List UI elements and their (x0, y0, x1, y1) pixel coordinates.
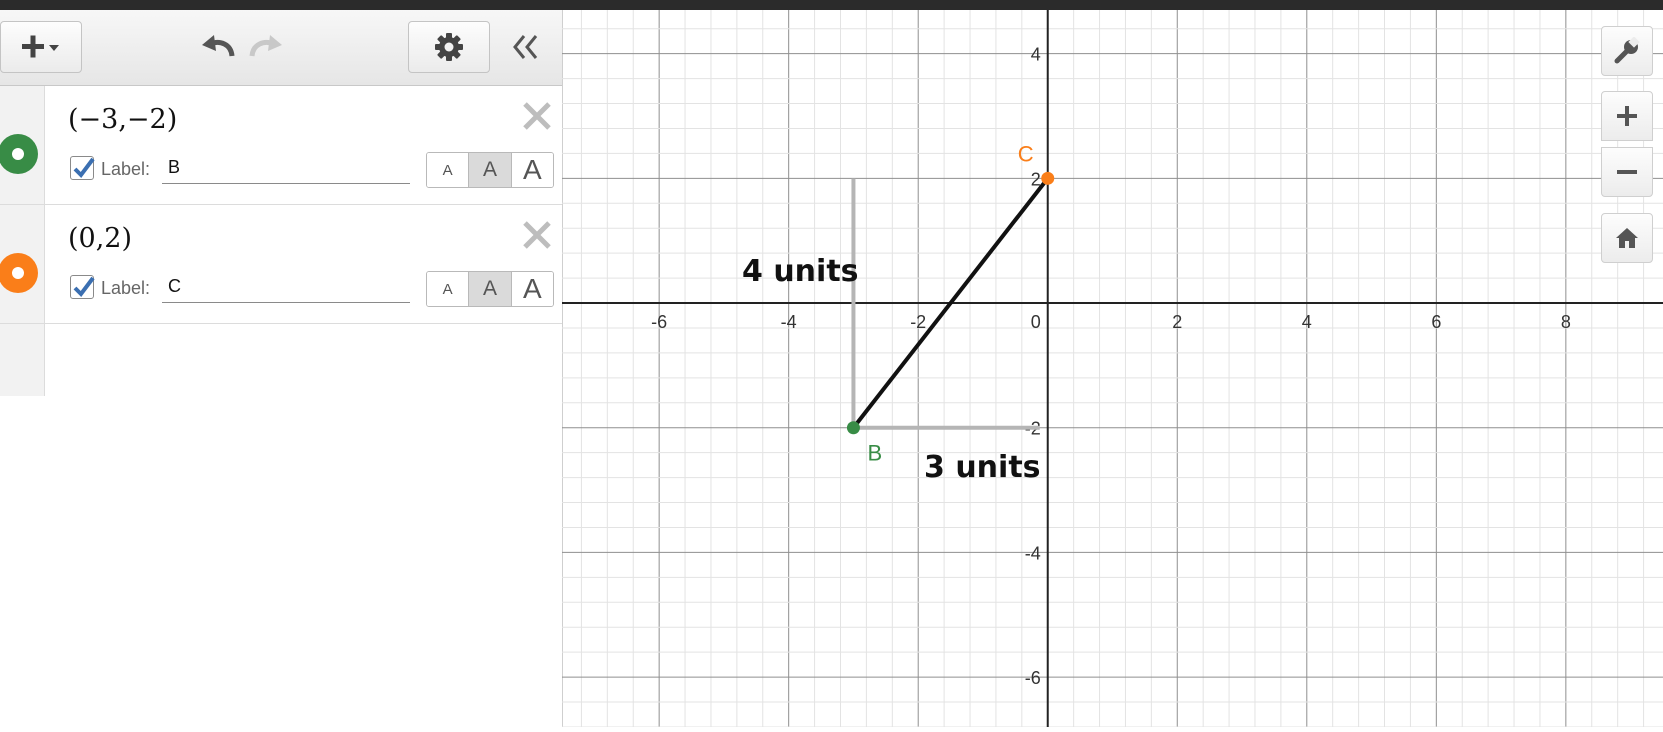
zoom-out-button[interactable] (1601, 147, 1653, 197)
label-size-medium-button[interactable]: A (469, 272, 512, 306)
y-tick-label: 4 (1031, 45, 1041, 65)
label-size-selector: A A A (426, 271, 554, 307)
graph-canvas[interactable]: -6-4-2246842-2-4-60BC (562, 10, 1663, 728)
label-size-medium-button[interactable]: A (469, 153, 512, 187)
point-c (1041, 171, 1055, 185)
horizontal-leg-annotation: 3 units (924, 450, 1041, 485)
point-b (846, 421, 860, 435)
label-checkbox-text: Label: (101, 159, 151, 179)
x-tick-label: 8 (1561, 312, 1571, 332)
close-icon (523, 102, 551, 130)
x-tick-label: -2 (910, 312, 926, 332)
window-top-bar (0, 0, 1663, 10)
expression-row[interactable]: (0,2) Label: A A A (0, 205, 562, 324)
undo-button[interactable] (198, 32, 238, 67)
expression-row[interactable]: (−3,−2) Label: A A A (0, 86, 562, 205)
add-item-button[interactable] (0, 21, 82, 73)
point-color-icon[interactable] (0, 134, 38, 174)
undo-icon (202, 35, 235, 57)
expression-panel: (−3,−2) Label: A A A (0,2) (0, 10, 563, 727)
redo-button[interactable] (246, 32, 286, 67)
delete-expression-button[interactable] (520, 218, 554, 252)
origin-label: 0 (1031, 312, 1041, 332)
x-tick-label: 6 (1431, 312, 1441, 332)
redo-icon (249, 35, 282, 57)
x-tick-label: 2 (1172, 312, 1182, 332)
x-tick-label: -4 (781, 312, 797, 332)
graph-paper[interactable]: -6-4-2246842-2-4-60BC (562, 10, 1663, 728)
zoom-in-button[interactable] (1601, 91, 1653, 141)
label-size-large-button[interactable]: A (511, 153, 553, 187)
plus-icon (1617, 106, 1637, 126)
expression-latex[interactable]: (0,2) (68, 223, 132, 254)
expression-latex[interactable]: (−3,−2) (68, 104, 177, 135)
graph-settings-button[interactable] (1601, 26, 1653, 76)
vertical-leg-annotation: 4 units (742, 254, 859, 289)
checkmark-icon (73, 276, 95, 298)
label-size-small-button[interactable]: A (427, 272, 470, 306)
close-icon (523, 221, 551, 249)
minus-icon (1617, 170, 1637, 174)
collapse-panel-button[interactable] (510, 32, 544, 67)
x-tick-label: -6 (651, 312, 667, 332)
label-size-selector: A A A (426, 152, 554, 188)
point-label-c: C (1018, 141, 1034, 166)
home-icon (1616, 228, 1638, 248)
y-tick-label: -6 (1025, 668, 1041, 688)
gear-icon (435, 33, 463, 61)
x-tick-label: 4 (1302, 312, 1312, 332)
point-label-b: B (867, 441, 882, 466)
wrench-icon (1614, 37, 1640, 64)
label-size-large-button[interactable]: A (511, 272, 553, 306)
y-tick-label: -4 (1025, 543, 1041, 563)
double-chevron-left-icon (513, 35, 538, 59)
checkmark-icon (73, 157, 95, 179)
delete-expression-button[interactable] (520, 99, 554, 133)
label-size-small-button[interactable]: A (427, 153, 470, 187)
default-viewport-button[interactable] (1601, 213, 1653, 263)
expression-toolbar (0, 10, 562, 86)
point-color-icon[interactable] (0, 253, 38, 293)
plus-dropdown-icon (22, 35, 59, 58)
label-text-field[interactable] (162, 152, 410, 184)
label-checkbox[interactable] (70, 156, 95, 180)
settings-button[interactable] (408, 21, 490, 73)
label-text-field[interactable] (162, 271, 410, 303)
label-checkbox[interactable] (70, 275, 95, 299)
label-checkbox-text: Label: (101, 278, 151, 298)
